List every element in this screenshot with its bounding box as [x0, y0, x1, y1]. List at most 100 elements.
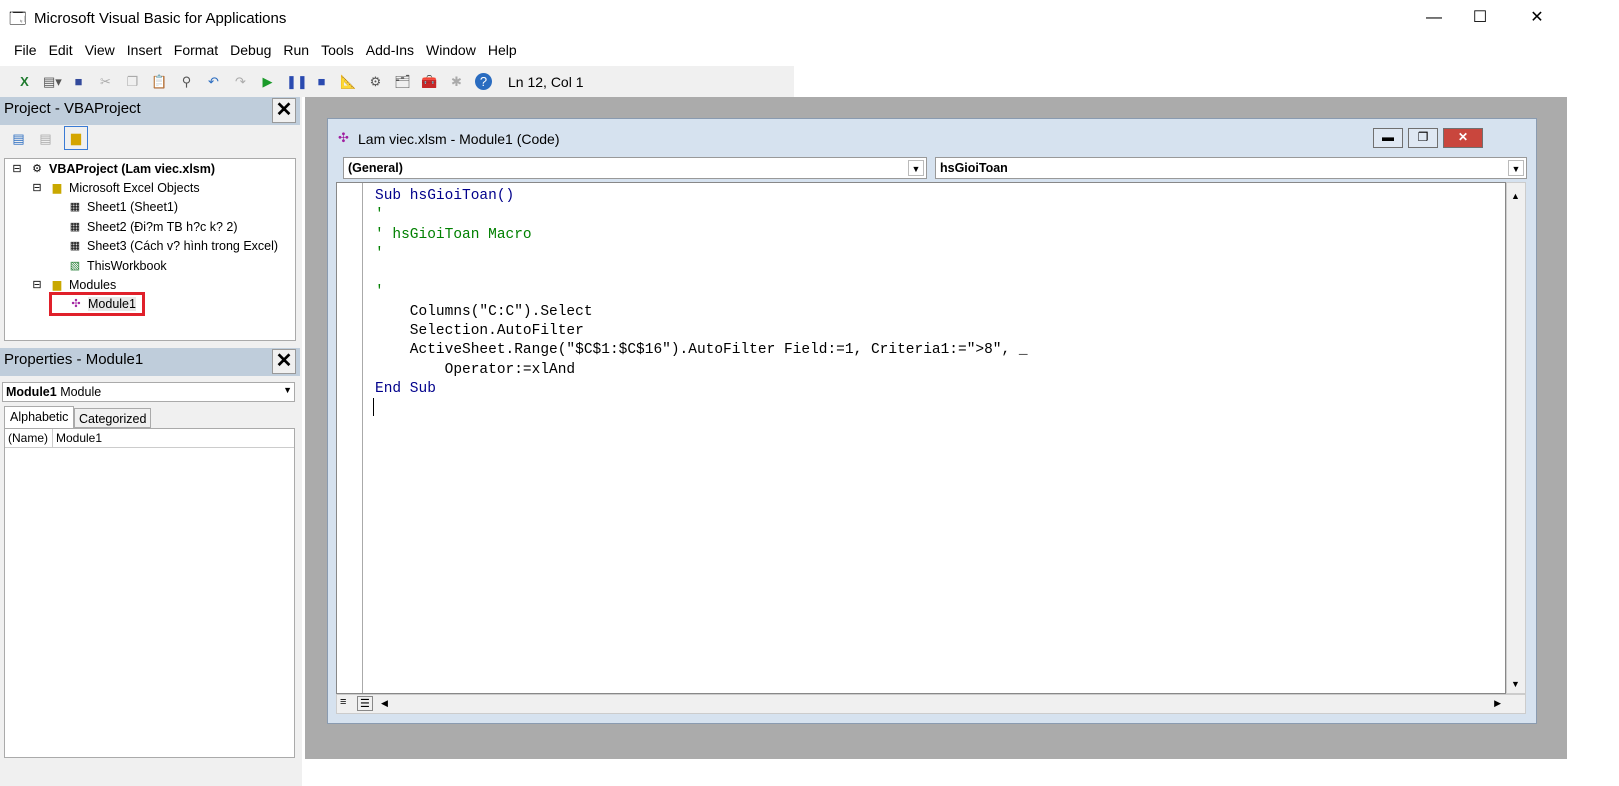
toolbox-icon[interactable]: ✱	[448, 73, 465, 90]
menu-help[interactable]: Help	[482, 38, 523, 62]
properties-grid: (Name) Module1	[4, 428, 295, 758]
tree-node-modules[interactable]: ⊟ ▆ Modules	[29, 278, 116, 292]
tree-node-vbaproject[interactable]: ⊟ ⚙ VBAProject (Lam viec.xlsm)	[9, 162, 215, 176]
object-combo[interactable]: (General) ▼	[343, 157, 927, 179]
text-cursor	[373, 398, 374, 416]
horizontal-scrollbar[interactable]: ≡ ☰ ◀ ▶	[336, 694, 1526, 714]
cut-icon[interactable]: ✂	[97, 73, 114, 90]
scroll-up-icon[interactable]: ▲	[1511, 191, 1520, 201]
project-explorer-header: Project - VBAProject ✕	[0, 97, 300, 125]
vbaproject-icon: ⚙	[32, 163, 42, 175]
tab-alphabetic[interactable]: Alphabetic	[4, 406, 75, 428]
scroll-right-icon[interactable]: ▶	[1494, 698, 1501, 709]
insert-userform-icon[interactable]: ▤▾	[43, 73, 62, 90]
code-line[interactable]: End Sub	[375, 380, 1028, 399]
tree-node-thisworkbook[interactable]: ▧ ThisWorkbook	[67, 259, 167, 273]
code-lines[interactable]: Sub hsGioiToan() ' ' hsGioiToan Macro ' ' Co…	[375, 187, 1028, 399]
menu-add-ins[interactable]: Add-Ins	[360, 38, 420, 62]
folder-icon: ▆	[52, 279, 62, 291]
property-row[interactable]: (Name) Module1	[5, 429, 294, 448]
tree-node-sheet2[interactable]: ▦ Sheet2 (Đi?m TB h?c k? 2)	[67, 220, 238, 234]
menu-bar: File Edit View Insert Format Debug Run Tools Add…	[0, 38, 1619, 64]
chevron-down-icon[interactable]: ▼	[283, 385, 292, 395]
chevron-down-icon[interactable]: ▼	[1508, 160, 1524, 176]
full-module-view-icon[interactable]: ☰	[357, 696, 373, 711]
chevron-down-icon[interactable]: ▼	[908, 160, 924, 176]
code-window: ✣ Lam viec.xlsm - Module1 (Code) ▬ ❐ ✕ (…	[327, 118, 1537, 724]
sheet-icon: ▦	[69, 221, 81, 233]
toggle-folders-icon[interactable]: ▆	[64, 126, 88, 150]
menu-insert[interactable]: Insert	[121, 38, 168, 62]
object-browser-icon[interactable]: 🧰	[421, 73, 438, 90]
menu-run[interactable]: Run	[277, 38, 315, 62]
tree-node-sheet1[interactable]: ▦ Sheet1 (Sheet1)	[67, 200, 178, 214]
code-line[interactable]: Operator:=xlAnd	[375, 361, 1028, 380]
tab-categorized[interactable]: Categorized	[74, 408, 152, 428]
collapse-icon[interactable]: ⊟	[9, 162, 25, 176]
find-icon[interactable]: ⚲	[178, 73, 195, 90]
close-project-explorer-button[interactable]: ✕	[272, 98, 296, 123]
collapse-icon[interactable]: ⊟	[29, 181, 45, 195]
tree-node-excel-objects[interactable]: ⊟ ▆ Microsoft Excel Objects	[29, 181, 199, 195]
standard-toolbar: X ▤▾ ■ ✂ ❐ 📋 ⚲ ↶ ↷ ▶ ❚❚ ■ 📐 ⚙ 🗂 🧰 ✱ ? Ln…	[0, 66, 794, 97]
code-line[interactable]: Columns("C:C").Select	[375, 303, 1028, 322]
save-icon[interactable]: ■	[70, 73, 87, 90]
code-line[interactable]: '	[375, 245, 1028, 264]
menu-tools[interactable]: Tools	[315, 38, 360, 62]
code-restore-button[interactable]: ❐	[1408, 128, 1438, 148]
view-excel-icon[interactable]: X	[16, 73, 33, 90]
design-mode-icon[interactable]: 📐	[340, 73, 357, 90]
folder-icon: ▆	[52, 182, 62, 194]
copy-icon[interactable]: ❐	[124, 73, 141, 90]
break-icon[interactable]: ❚❚	[286, 73, 308, 90]
code-line[interactable]: ActiveSheet.Range("$C$1:$C$16").AutoFilt…	[375, 341, 1028, 360]
tree-node-module1[interactable]: ✣ Module1	[49, 292, 145, 316]
code-line[interactable]: Sub hsGioiToan()	[375, 187, 1028, 206]
menu-view[interactable]: View	[79, 38, 121, 62]
scroll-down-icon[interactable]: ▼	[1511, 679, 1520, 689]
module-icon: ✣	[71, 298, 81, 310]
menu-file[interactable]: File	[0, 38, 43, 62]
code-line[interactable]: '	[375, 283, 1028, 302]
module-icon: ✣	[338, 130, 349, 145]
view-code-icon[interactable]: ▤	[10, 130, 27, 147]
menu-format[interactable]: Format	[168, 38, 224, 62]
code-line[interactable]: ' hsGioiToan Macro	[375, 226, 1028, 245]
code-editor[interactable]: Sub hsGioiToan() ' ' hsGioiToan Macro ' ' Co…	[336, 182, 1506, 694]
menu-edit[interactable]: Edit	[43, 38, 79, 62]
workbook-icon: ▧	[69, 260, 81, 272]
run-icon[interactable]: ▶	[259, 73, 276, 90]
close-properties-button[interactable]: ✕	[272, 349, 296, 374]
maximize-button[interactable]: ☐	[1457, 0, 1503, 36]
left-pane: Project - VBAProject ✕ ▤ ▤ ▆ ⊟ ⚙ VBAProjec…	[0, 97, 302, 786]
scroll-left-icon[interactable]: ◀	[381, 698, 388, 709]
properties-window-icon[interactable]: 🗂	[394, 73, 411, 90]
tree-node-sheet3[interactable]: ▦ Sheet3 (Cách v? hình trong Excel)	[67, 239, 278, 253]
undo-icon[interactable]: ↶	[205, 73, 222, 90]
procedure-view-icon[interactable]: ≡	[340, 696, 346, 708]
redo-icon[interactable]: ↷	[232, 73, 249, 90]
paste-icon[interactable]: 📋	[151, 73, 168, 90]
code-close-button[interactable]: ✕	[1443, 128, 1483, 148]
reset-icon[interactable]: ■	[313, 73, 330, 90]
code-window-title: Lam viec.xlsm - Module1 (Code)	[358, 131, 560, 147]
code-line[interactable]: Selection.AutoFilter	[375, 322, 1028, 341]
close-button[interactable]: ✕	[1514, 0, 1560, 36]
project-tree: ⊟ ⚙ VBAProject (Lam viec.xlsm) ⊟ ▆ Microsoft…	[4, 158, 296, 341]
code-line[interactable]: '	[375, 206, 1028, 225]
minimize-button[interactable]: —	[1411, 0, 1457, 36]
procedure-combo[interactable]: hsGioiToan ▼	[935, 157, 1527, 179]
project-explorer-icon[interactable]: ⚙	[367, 73, 384, 90]
view-object-icon[interactable]: ▤	[37, 130, 54, 147]
properties-object-select[interactable]: Module1 Module ▼	[2, 382, 295, 402]
vertical-scrollbar[interactable]: ▲ ▼	[1506, 182, 1526, 694]
help-icon[interactable]: ?	[475, 73, 492, 90]
cursor-position: Ln 12, Col 1	[508, 73, 584, 90]
code-minimize-button[interactable]: ▬	[1373, 128, 1403, 148]
code-margin[interactable]	[337, 183, 363, 693]
menu-window[interactable]: Window	[420, 38, 482, 62]
code-line[interactable]	[375, 264, 1028, 283]
project-explorer-title: Project - VBAProject	[4, 100, 141, 117]
menu-debug[interactable]: Debug	[224, 38, 277, 62]
collapse-icon[interactable]: ⊟	[29, 278, 45, 292]
